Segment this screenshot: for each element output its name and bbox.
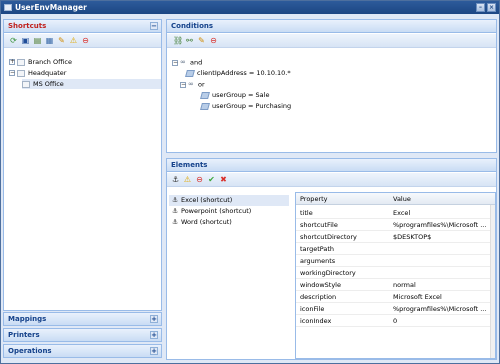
condition-user-group-purchasing[interactable]: userGroup = Purchasing [200, 102, 291, 111]
table-row[interactable]: iconIndex 0 [296, 315, 495, 327]
table-cell: shortcutFile [300, 221, 338, 229]
save-icon[interactable]: ▣ [21, 36, 30, 45]
table-cell: windowStyle [300, 281, 341, 289]
close-button[interactable]: × [487, 3, 496, 12]
table-cell: $DESKTOP$ [393, 233, 432, 241]
accept-icon[interactable]: ✔ [207, 175, 216, 184]
grid-header: Property Value [296, 193, 495, 205]
shortcuts-header[interactable]: Shortcuts − [4, 20, 161, 33]
list-item[interactable]: ⚓ Powerpoint (shortcut) [169, 206, 289, 217]
conditions-toolbar: ⛓ ⚯ ✎ ⊖ [167, 34, 496, 48]
conditions-header: Conditions [167, 20, 496, 33]
title-bar: UserEnvManager – × [1, 1, 499, 14]
condition-or[interactable]: − ∞ or [180, 80, 205, 89]
table-cell: workingDirectory [300, 269, 356, 277]
elements-toolbar: ⚓ ⚠ ⊖ ✔ ✖ [167, 173, 496, 187]
shortcuts-panel: Shortcuts − ⟳ ▣ ▤ ▦ ✎ ⚠ ⊖ + Branch Office… [3, 19, 162, 311]
expand-icon[interactable]: + [150, 315, 158, 323]
table-cell: %programfiles%\Microsoft ... [393, 305, 487, 313]
list-item[interactable]: ⚓ Excel (shortcut) [169, 195, 289, 206]
link-icon: ∞ [188, 80, 194, 88]
collapse-icon[interactable]: − [172, 59, 178, 66]
condition-and[interactable]: − ∞ and [172, 58, 202, 67]
elements-panel: Elements ⚓ ⚠ ⊖ ✔ ✖ ⚓ Excel (shortcut) ⚓ Po… [166, 158, 497, 360]
anchor-icon[interactable]: ⚓ [171, 175, 180, 184]
table-cell: title [300, 209, 313, 217]
table-cell: %programfiles%\Microsoft ... [393, 221, 487, 229]
anchor-icon: ⚓ [172, 196, 179, 204]
table-row[interactable]: shortcutFile %programfiles%\Microsoft ... [296, 219, 495, 231]
add-condition-icon[interactable]: ⛓ [173, 36, 183, 45]
column-header-property[interactable]: Property [300, 193, 328, 205]
app-icon [4, 4, 12, 11]
delete-icon[interactable]: ⊖ [81, 36, 90, 45]
table-row[interactable]: workingDirectory [296, 267, 495, 279]
tag-icon [200, 91, 210, 99]
tag-icon [200, 102, 210, 110]
table-row[interactable]: description Microsoft Excel [296, 291, 495, 303]
table-row[interactable]: iconFile %programfiles%\Microsoft ... [296, 303, 495, 315]
table-cell: description [300, 293, 337, 301]
app-title: UserEnvManager [15, 3, 87, 12]
anchor-icon: ⚓ [172, 207, 179, 215]
collapse-icon[interactable]: − [150, 22, 158, 30]
condition-user-group-sale[interactable]: userGroup = Sale [200, 91, 269, 100]
edit-icon[interactable]: ✎ [197, 36, 206, 45]
property-grid: Property Value title Excel shortcutFile %p… [295, 192, 496, 359]
expand-icon[interactable]: + [150, 347, 158, 355]
folder-icon [22, 80, 30, 88]
add-item-icon[interactable]: ▦ [45, 36, 54, 45]
table-row[interactable]: targetPath [296, 243, 495, 255]
scrollbar[interactable] [490, 205, 495, 358]
app-window: UserEnvManager – × Shortcuts − ⟳ ▣ ▤ ▦ ✎… [0, 0, 500, 364]
tree-node-headquater[interactable]: − Headquater [9, 68, 66, 78]
mappings-header[interactable]: Mappings + [3, 312, 162, 326]
table-row[interactable]: windowStyle normal [296, 279, 495, 291]
elements-header: Elements [167, 159, 496, 172]
table-cell: 0 [393, 317, 398, 325]
table-row[interactable]: title Excel [296, 207, 495, 219]
shortcuts-title: Shortcuts [8, 22, 47, 30]
list-item[interactable]: ⚓ Word (shortcut) [169, 217, 289, 228]
conditions-title: Conditions [171, 22, 214, 30]
table-row[interactable]: shortcutDirectory $DESKTOP$ [296, 231, 495, 243]
refresh-icon[interactable]: ⟳ [9, 36, 18, 45]
expand-icon[interactable]: + [150, 331, 158, 339]
tree-node-ms-office[interactable]: MS Office [22, 79, 161, 89]
table-cell: Microsoft Excel [393, 293, 442, 301]
warning-icon[interactable]: ⚠ [69, 36, 78, 45]
operations-header[interactable]: Operations + [3, 344, 162, 358]
delete-icon[interactable]: ⊖ [209, 36, 218, 45]
column-header-value[interactable]: Value [393, 193, 411, 205]
table-cell: Excel [393, 209, 411, 217]
condition-client-ip[interactable]: clientIpAddress = 10.10.10.* [185, 69, 291, 78]
add-folder-icon[interactable]: ▤ [33, 36, 42, 45]
edit-icon[interactable]: ✎ [57, 36, 66, 45]
add-group-icon[interactable]: ⚯ [185, 36, 194, 45]
collapse-icon[interactable]: − [180, 81, 186, 88]
table-row[interactable]: arguments [296, 255, 495, 267]
expand-icon[interactable]: + [9, 59, 15, 65]
printers-header[interactable]: Printers + [3, 328, 162, 342]
collapse-icon[interactable]: − [9, 70, 15, 76]
table-cell: iconFile [300, 305, 325, 313]
delete-icon[interactable]: ⊖ [195, 175, 204, 184]
table-cell: shortcutDirectory [300, 233, 357, 241]
folder-icon [17, 58, 25, 66]
tree-node-branch-office[interactable]: + Branch Office [9, 57, 72, 67]
link-icon: ∞ [180, 58, 186, 66]
table-cell: iconIndex [300, 317, 332, 325]
shortcuts-toolbar: ⟳ ▣ ▤ ▦ ✎ ⚠ ⊖ [4, 34, 161, 48]
cancel-icon[interactable]: ✖ [219, 175, 228, 184]
table-cell: normal [393, 281, 416, 289]
elements-title: Elements [171, 161, 208, 169]
anchor-icon: ⚓ [172, 218, 179, 226]
table-cell: targetPath [300, 245, 335, 253]
table-cell: arguments [300, 257, 336, 265]
conditions-panel: Conditions ⛓ ⚯ ✎ ⊖ − ∞ and clientIpAddress… [166, 19, 497, 153]
tag-icon [185, 69, 195, 77]
folder-icon [17, 69, 25, 77]
warning-icon[interactable]: ⚠ [183, 175, 192, 184]
minimize-button[interactable]: – [476, 3, 485, 12]
